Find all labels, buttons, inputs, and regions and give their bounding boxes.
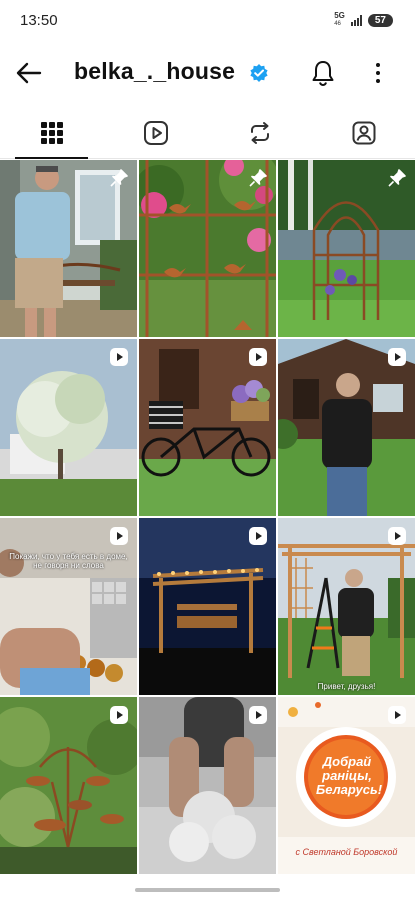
tv-show-logo-text: Добрай раніцы, Беларусь! [316, 754, 383, 797]
network-indicator: 5G 46 [334, 12, 345, 28]
reel-icon [249, 706, 267, 724]
reel-icon [110, 706, 128, 724]
profile-header: belka_._house [0, 48, 415, 98]
tab-reels[interactable] [104, 108, 207, 158]
tagged-person-icon [352, 121, 375, 145]
repost-icon [250, 122, 269, 144]
tv-show-host-text: с Светланой Боровской [295, 847, 398, 857]
tab-reposts[interactable] [208, 108, 311, 158]
pin-icon [249, 169, 267, 187]
status-time: 13:50 [20, 12, 58, 29]
post-thumbnail[interactable]: Покажи, что у тебя есть в доме, не говор… [0, 518, 137, 695]
post-thumbnail[interactable] [0, 160, 137, 337]
network-type: 5G [334, 11, 345, 20]
reel-icon [110, 348, 128, 366]
post-thumbnail[interactable] [0, 697, 137, 874]
tab-tagged[interactable] [312, 108, 415, 158]
post-thumbnail[interactable] [278, 160, 415, 337]
reel-icon [249, 527, 267, 545]
post-thumbnail[interactable] [139, 697, 276, 874]
post-thumbnail[interactable] [139, 160, 276, 337]
status-bar: 13:50 5G 46 57 [0, 0, 415, 40]
reel-icon [388, 706, 406, 724]
tab-grid[interactable] [0, 108, 103, 159]
post-caption-overlay: Привет, друзья! [317, 682, 376, 691]
grid-icon [40, 122, 63, 144]
home-indicator [135, 888, 280, 892]
post-thumbnail[interactable] [0, 339, 137, 516]
bell-icon[interactable] [308, 58, 338, 88]
pin-icon [110, 169, 128, 187]
signal-icon [350, 14, 362, 26]
post-thumbnail[interactable] [139, 339, 276, 516]
post-thumbnail[interactable] [278, 339, 415, 516]
battery-indicator: 57 [367, 13, 393, 27]
verified-badge-icon [250, 64, 268, 82]
network-sub: 46 [334, 21, 341, 27]
post-thumbnail[interactable]: Привет, друзья! [278, 518, 415, 695]
reels-icon [143, 121, 168, 145]
reel-icon [249, 348, 267, 366]
arrow-left-icon[interactable] [14, 58, 44, 88]
more-vertical-icon[interactable] [368, 60, 388, 86]
reel-icon [110, 527, 128, 545]
post-thumbnail[interactable] [139, 518, 276, 695]
post-thumbnail[interactable]: Добрай раніцы, Беларусь! с Светланой Бор… [278, 697, 415, 874]
pin-icon [388, 169, 406, 187]
post-caption-overlay: Покажи, что у тебя есть в доме, не говор… [9, 552, 128, 570]
profile-username: belka_._house [74, 58, 236, 84]
status-right: 5G 46 57 [334, 12, 393, 28]
reel-icon [388, 527, 406, 545]
reel-icon [388, 348, 406, 366]
profile-tabs [0, 108, 415, 159]
